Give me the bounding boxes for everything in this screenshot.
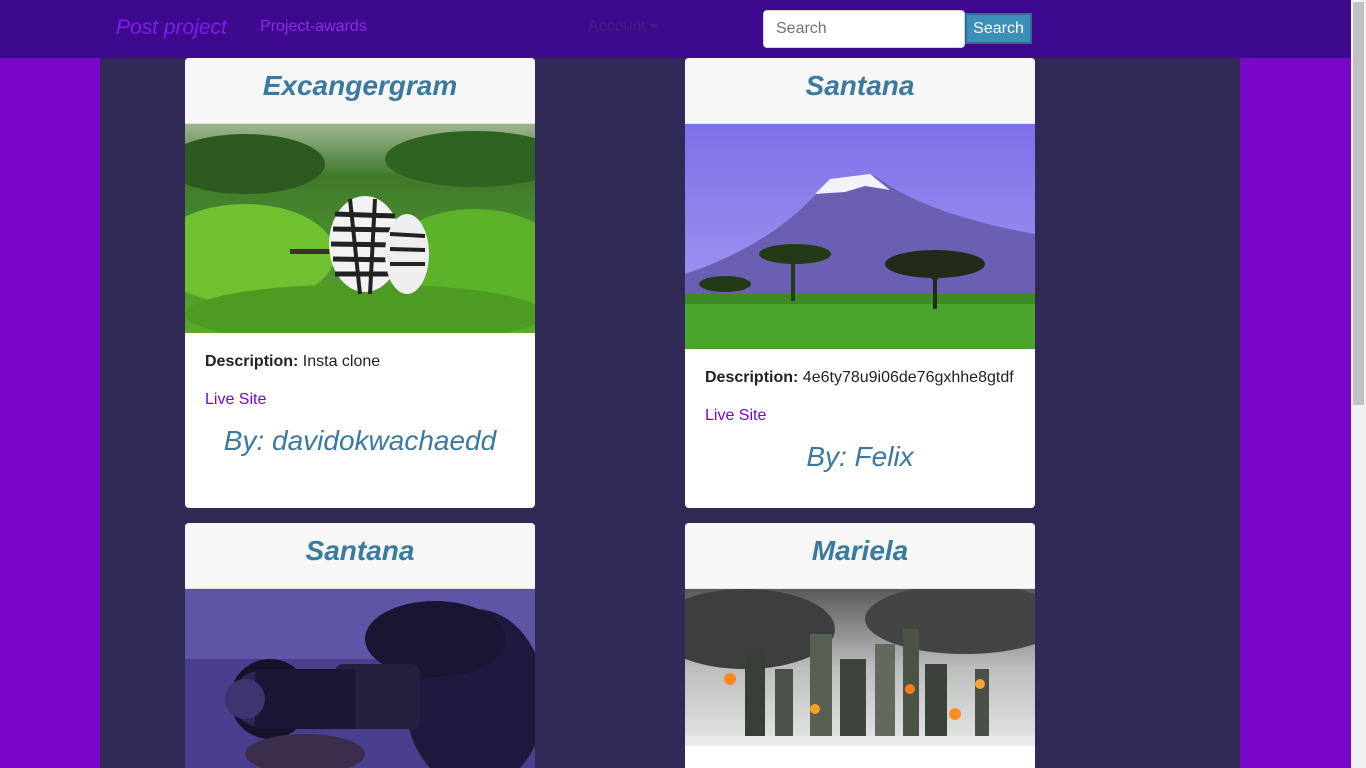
- project-title: Santana: [805, 70, 915, 101]
- account-dropdown[interactable]: Account: [588, 18, 658, 36]
- description-text: Insta clone: [302, 353, 381, 370]
- project-description: Description: Insta clone: [205, 353, 515, 371]
- caret-down-icon: [649, 24, 658, 30]
- brand-link[interactable]: Post project: [116, 16, 227, 40]
- project-title: Santana: [305, 535, 415, 566]
- nav-link-project-awards[interactable]: Project-awards: [260, 18, 367, 36]
- live-site-link[interactable]: Live Site: [205, 391, 266, 409]
- project-title: Mariela: [811, 535, 909, 566]
- card-header: Mariela: [685, 523, 1035, 589]
- description-text: 4e6ty78u9i06de76gxhhe8gtdf: [802, 369, 1014, 386]
- project-author: By: davidokwachaedd: [223, 425, 497, 456]
- project-author: By: Felix: [806, 441, 914, 472]
- description-label: Description:: [705, 369, 799, 386]
- burning-city-image: [685, 589, 1035, 746]
- account-label: Account: [588, 18, 646, 35]
- kilimanjaro-image: [685, 124, 1035, 349]
- card-header: Santana: [685, 58, 1035, 124]
- navbar: Post project Project-awards Account Sear…: [0, 0, 1351, 58]
- description-label: Description:: [205, 353, 299, 370]
- project-card: Excangergram Description: Insta clone Li…: [185, 58, 535, 508]
- project-card: Santana Description: 4e6ty78u9i06de76gxh…: [685, 58, 1035, 508]
- card-header: Excangergram: [185, 58, 535, 124]
- search-button[interactable]: Search: [965, 13, 1032, 44]
- project-title: Excangergram: [262, 70, 458, 101]
- photographer-image: [185, 589, 535, 768]
- project-card: Mariela: [685, 523, 1035, 768]
- project-description: Description: 4e6ty78u9i06de76gxhhe8gtdf: [705, 369, 1015, 387]
- scrollbar-thumb[interactable]: [1353, 2, 1364, 405]
- zebra-image: [185, 124, 535, 333]
- search-input[interactable]: [763, 10, 965, 48]
- card-header: Santana: [185, 523, 535, 589]
- live-site-link[interactable]: Live Site: [705, 407, 766, 425]
- project-card: Santana: [185, 523, 535, 768]
